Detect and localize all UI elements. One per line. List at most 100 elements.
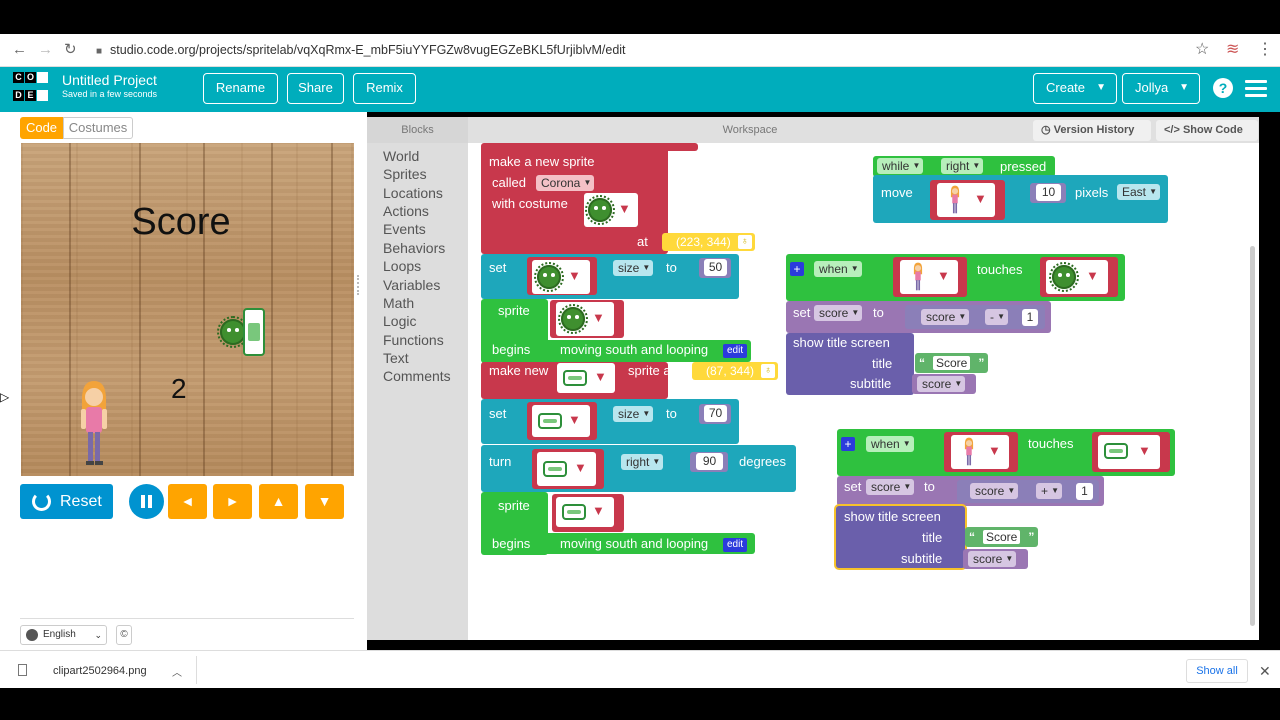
sprite-name-dropdown[interactable]: Corona ▼ [536, 175, 595, 191]
direction-dropdown[interactable]: East ▼ [1117, 184, 1161, 200]
logo-letter: E [25, 90, 36, 101]
costume-picker[interactable]: ▼ [951, 435, 1009, 469]
create-dropdown[interactable]: Create ▼ [1033, 73, 1117, 104]
copyright-button[interactable]: © [116, 625, 132, 645]
category-comments[interactable]: Comments [383, 368, 451, 384]
reload-icon[interactable]: ↻ [64, 42, 77, 58]
category-behaviors[interactable]: Behaviors [383, 240, 445, 256]
language-select[interactable]: English ⌄ [20, 625, 107, 645]
location-pin-icon[interactable]: ♁ [761, 364, 776, 378]
show-all-button[interactable]: Show all [1186, 659, 1248, 683]
edit-behavior-button[interactable]: edit [723, 344, 748, 358]
category-locations[interactable]: Locations [383, 185, 443, 201]
number-input[interactable]: 1 [1076, 483, 1093, 500]
costume-picker[interactable]: ▼ [900, 260, 958, 294]
costume-picker[interactable]: ▼ [537, 452, 596, 486]
block-text: set [489, 406, 507, 421]
user-dropdown[interactable]: Jollya ▼ [1122, 73, 1200, 104]
right-arrow-button[interactable]: ► [213, 484, 252, 519]
category-text[interactable]: Text [383, 350, 409, 366]
version-history-button[interactable]: ◷ Version History [1033, 120, 1151, 141]
category-variables[interactable]: Variables [383, 277, 440, 293]
costume-picker[interactable]: ▼ [937, 183, 995, 217]
variable-dropdown[interactable]: score ▼ [968, 551, 1017, 567]
game-stage[interactable]: Score 2 [21, 143, 354, 476]
show-code-button[interactable]: </> Show Code [1156, 120, 1258, 141]
expand-plus-icon[interactable]: + [790, 262, 804, 276]
share-button[interactable]: Share [287, 73, 344, 104]
property-dropdown[interactable]: size ▼ [613, 406, 654, 422]
tab-code[interactable]: Code [20, 117, 63, 139]
help-icon[interactable]: ? [1213, 78, 1233, 98]
category-world[interactable]: World [383, 148, 419, 164]
bookmark-star-icon[interactable]: ☆ [1195, 40, 1209, 60]
close-icon[interactable]: ✕ [1259, 663, 1271, 680]
number-input[interactable]: 10 [1036, 184, 1061, 201]
left-arrow-button[interactable]: ◄ [168, 484, 207, 519]
costume-picker[interactable]: ▼ [584, 193, 638, 227]
location-block[interactable]: (87, 344) ♁ [692, 362, 779, 380]
down-arrow-button[interactable]: ▼ [305, 484, 344, 519]
edit-behavior-button[interactable]: edit [723, 538, 748, 552]
costume-picker[interactable]: ▼ [556, 302, 614, 336]
download-file-name[interactable]: clipart2502964.png [53, 665, 147, 677]
variable-dropdown[interactable]: score ▼ [970, 483, 1019, 499]
event-type-dropdown[interactable]: while ▼ [877, 158, 924, 174]
number-input[interactable]: 90 [696, 453, 723, 470]
costume-picker[interactable]: ▼ [532, 405, 590, 437]
variable-dropdown[interactable]: score ▼ [866, 479, 915, 495]
location-pin-icon[interactable]: ♁ [737, 235, 752, 249]
code-org-logo[interactable]: C O D E [13, 72, 48, 107]
up-arrow-button[interactable]: ▲ [259, 484, 298, 519]
workspace-scrollbar[interactable] [1250, 246, 1255, 626]
quote-open: “ [969, 530, 975, 544]
category-actions[interactable]: Actions [383, 203, 429, 219]
operator-dropdown[interactable]: - ▼ [985, 309, 1008, 325]
variable-dropdown[interactable]: score ▼ [917, 376, 966, 392]
chevron-up-icon[interactable]: ︿ [172, 664, 182, 679]
variable-dropdown[interactable]: score ▼ [921, 309, 970, 325]
category-functions[interactable]: Functions [383, 332, 444, 348]
category-sprites[interactable]: Sprites [383, 166, 427, 182]
category-loops[interactable]: Loops [383, 258, 421, 274]
direction-dropdown[interactable]: right ▼ [621, 454, 664, 470]
back-icon[interactable]: ← [12, 42, 27, 58]
costume-picker[interactable]: ▼ [556, 497, 614, 527]
location-block[interactable]: (223, 344) ♁ [662, 233, 755, 251]
extension-icon[interactable]: ≋ [1226, 40, 1239, 60]
event-type-dropdown[interactable]: when ▼ [866, 436, 914, 452]
event-type-dropdown[interactable]: when ▼ [814, 261, 862, 277]
costume-picker[interactable]: ▼ [532, 260, 590, 294]
costume-picker[interactable]: ▼ [557, 363, 615, 393]
costume-picker[interactable]: ▼ [1098, 435, 1160, 469]
number-input[interactable]: 70 [704, 405, 727, 422]
browser-menu-icon[interactable]: ⋮ [1257, 40, 1273, 60]
pane-resize-handle[interactable] [357, 275, 362, 295]
forward-icon[interactable]: → [38, 42, 53, 58]
address-bar[interactable]: ■ studio.code.org/projects/spritelab/vqXq… [96, 36, 626, 64]
reset-button[interactable]: Reset [20, 484, 113, 519]
string-block[interactable]: “ Score ” [915, 353, 989, 373]
string-block[interactable]: “ Score ” [965, 527, 1039, 547]
globe-icon [26, 629, 38, 641]
number-input[interactable]: 50 [704, 259, 727, 276]
string-value[interactable]: Score [983, 530, 1021, 544]
operator-dropdown[interactable]: + ▼ [1036, 483, 1063, 499]
category-logic[interactable]: Logic [383, 313, 416, 329]
tab-costumes[interactable]: Costumes [63, 117, 133, 139]
costume-picker[interactable]: ▼ [1046, 260, 1108, 294]
string-value[interactable]: Score [933, 356, 971, 370]
hamburger-menu-icon[interactable] [1245, 80, 1267, 101]
category-events[interactable]: Events [383, 221, 426, 237]
number-input[interactable]: 1 [1022, 309, 1038, 326]
block-text: to [666, 406, 677, 421]
category-math[interactable]: Math [383, 295, 414, 311]
block-text: pressed [1000, 159, 1047, 174]
expand-plus-icon[interactable]: + [841, 437, 855, 451]
variable-dropdown[interactable]: score ▼ [814, 305, 863, 321]
key-dropdown[interactable]: right ▼ [941, 158, 984, 174]
rename-button[interactable]: Rename [203, 73, 278, 104]
remix-button[interactable]: Remix [353, 73, 416, 104]
pause-button[interactable] [129, 484, 164, 519]
property-dropdown[interactable]: size ▼ [613, 260, 654, 276]
